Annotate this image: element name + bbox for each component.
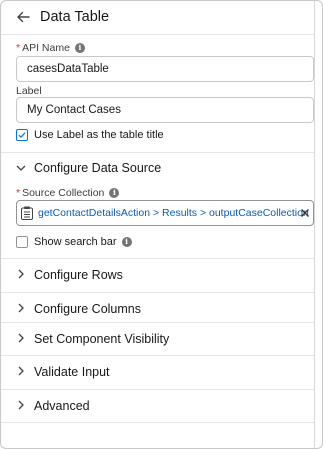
- chevron-right-icon: [18, 400, 24, 410]
- page-title: Data Table: [40, 9, 110, 25]
- collection-icon: [21, 206, 33, 220]
- section-label: Set Component Visibility: [34, 332, 170, 346]
- chevron-right-icon: [18, 333, 24, 343]
- show-search-bar-checkbox[interactable]: [16, 236, 28, 248]
- section-divider: [1, 422, 314, 423]
- section-configure-data-source[interactable]: Configure Data Source: [1, 152, 314, 183]
- section-set-component-visibility[interactable]: Set Component Visibility: [1, 322, 314, 353]
- panel-header: Data Table: [1, 1, 314, 35]
- close-icon[interactable]: [300, 208, 310, 218]
- use-label-checkbox-label: Use Label as the table title: [34, 129, 164, 141]
- section-configure-columns[interactable]: Configure Columns: [1, 292, 314, 323]
- label-input[interactable]: My Contact Cases: [16, 97, 314, 123]
- source-collection-value: getContactDetailsAction > Results > outp…: [38, 207, 309, 219]
- chevron-right-icon: [18, 269, 24, 279]
- label-field-label: Label: [16, 85, 42, 97]
- info-icon[interactable]: i: [121, 237, 132, 247]
- info-icon[interactable]: i: [109, 188, 120, 198]
- show-search-bar-label: Show search bar i: [34, 236, 132, 248]
- source-collection-pill[interactable]: getContactDetailsAction > Results > outp…: [16, 200, 314, 226]
- checkmark-icon: [18, 132, 26, 139]
- arrow-left-icon[interactable]: [16, 10, 30, 24]
- panel-divider: [314, 1, 315, 448]
- section-advanced[interactable]: Advanced: [1, 389, 314, 420]
- chevron-down-icon: [16, 165, 26, 171]
- chevron-right-icon: [18, 366, 24, 376]
- section-validate-input[interactable]: Validate Input: [1, 355, 314, 386]
- section-label: Configure Columns: [34, 302, 141, 316]
- info-icon[interactable]: i: [74, 43, 85, 53]
- chevron-right-icon: [18, 303, 24, 313]
- property-panel: Data Table * API Name i casesDataTable Lab…: [0, 0, 323, 449]
- api-name-input[interactable]: casesDataTable: [16, 56, 314, 82]
- section-label: Validate Input: [34, 365, 110, 379]
- api-name-label: * API Name i: [16, 42, 85, 54]
- section-label: Configure Data Source: [34, 161, 162, 175]
- section-label: Configure Rows: [34, 268, 123, 282]
- required-mark: *: [16, 42, 21, 54]
- use-label-checkbox[interactable]: [16, 129, 28, 141]
- section-configure-rows[interactable]: Configure Rows: [1, 258, 314, 289]
- source-collection-label: * Source Collection i: [16, 187, 120, 199]
- required-mark: *: [16, 187, 21, 199]
- section-label: Advanced: [34, 399, 90, 413]
